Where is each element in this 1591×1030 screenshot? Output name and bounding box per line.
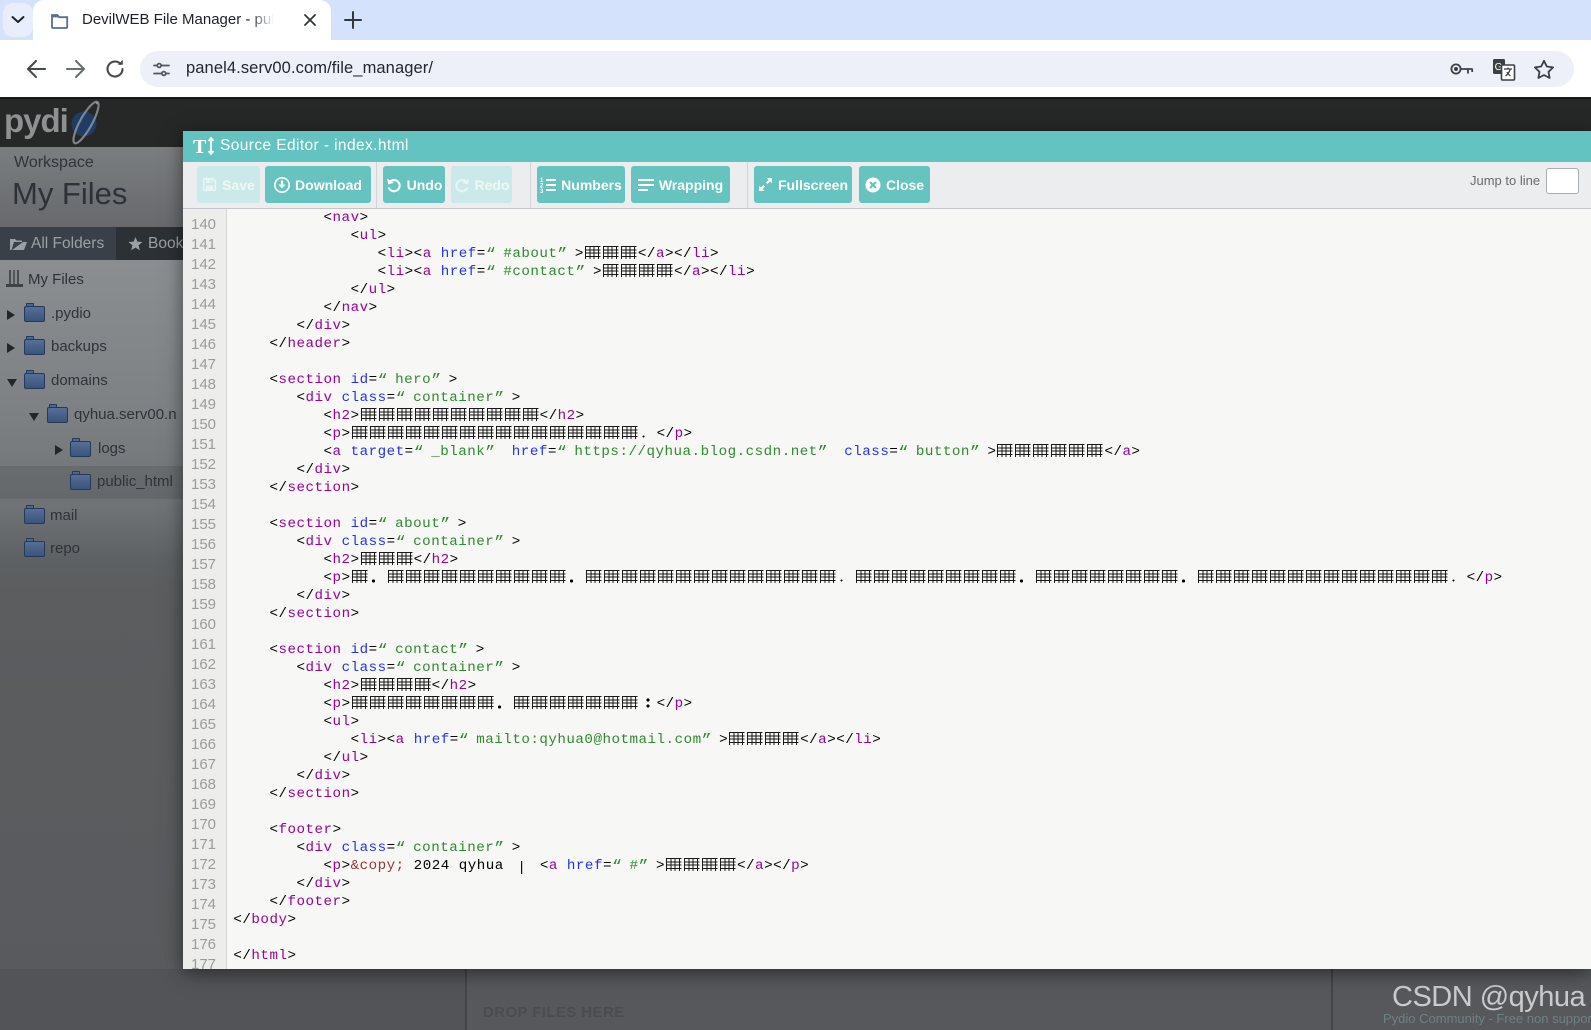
svg-text:3: 3 bbox=[540, 189, 544, 193]
svg-text:T: T bbox=[193, 136, 207, 157]
